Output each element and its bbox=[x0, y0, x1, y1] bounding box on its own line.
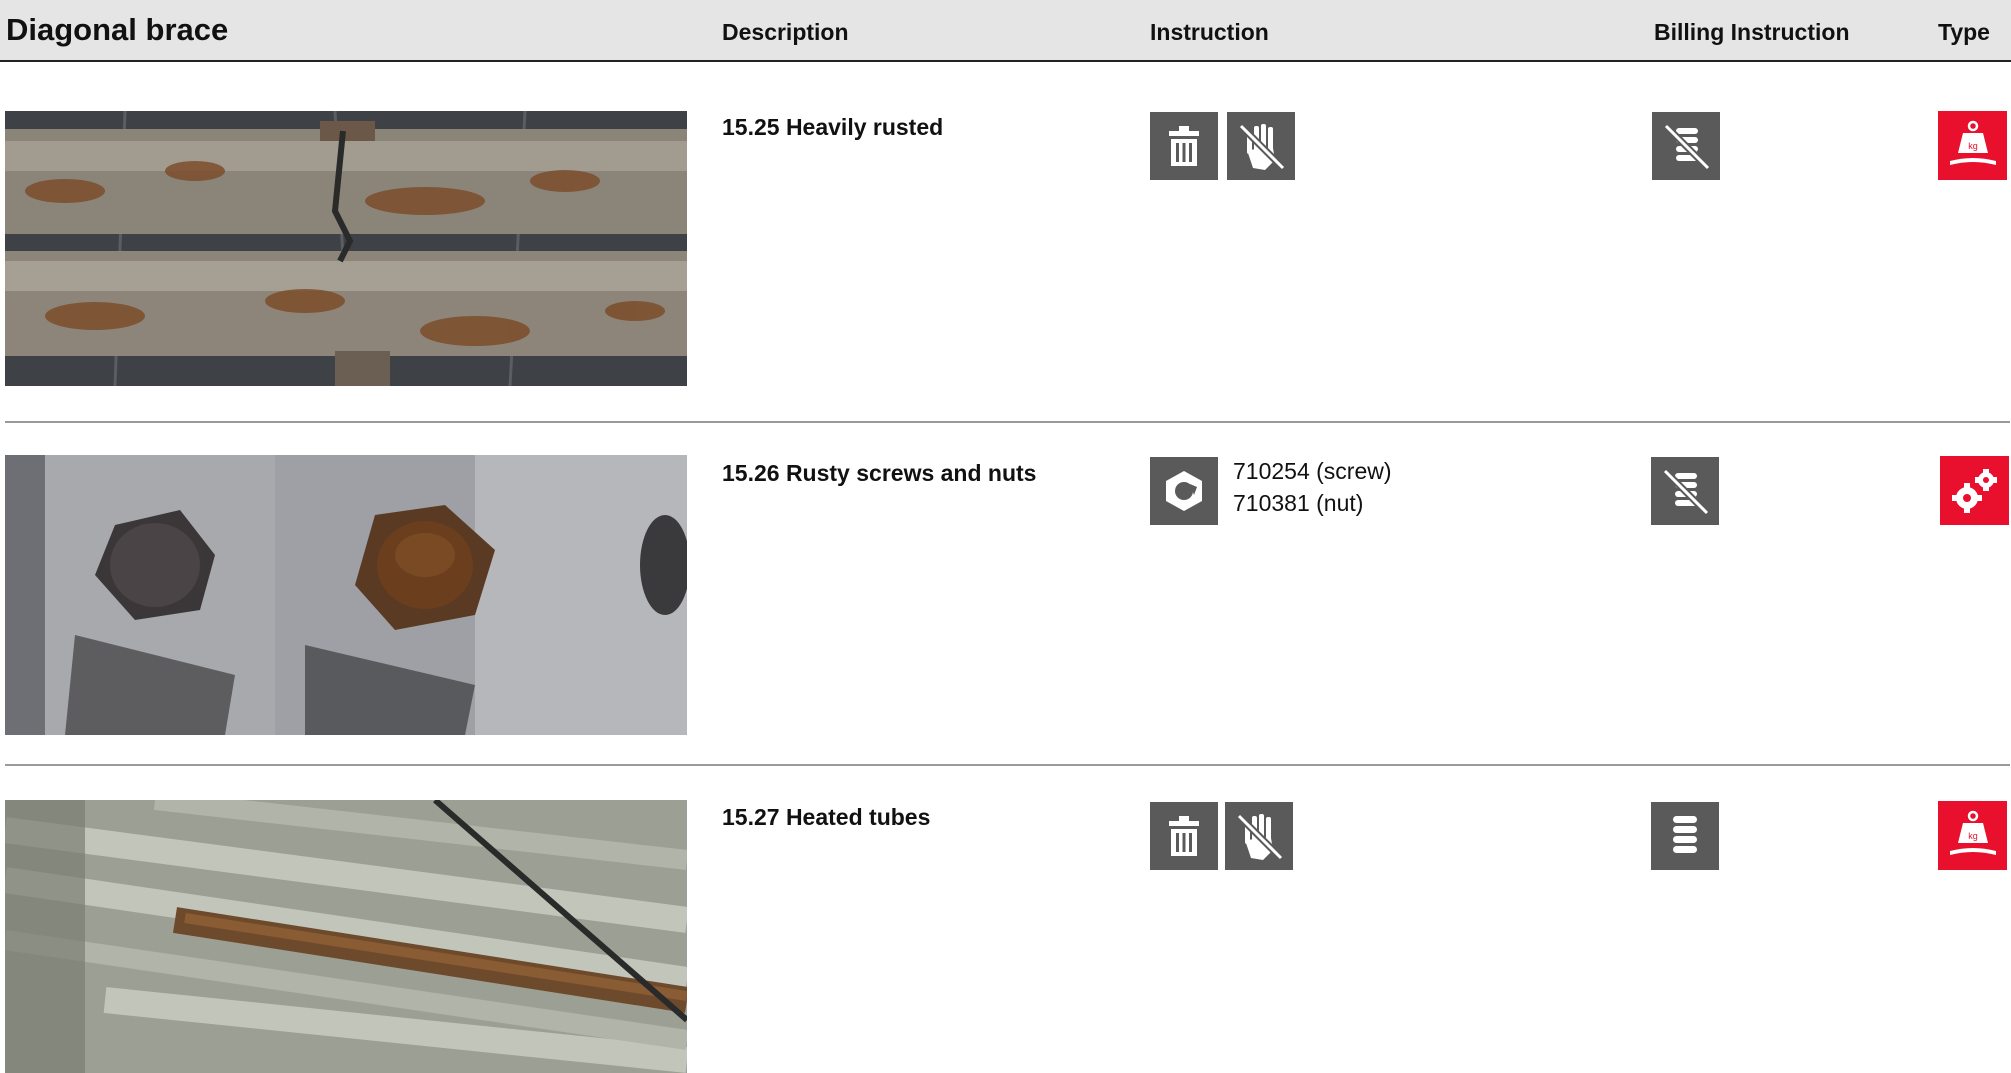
hex-nut-icon bbox=[1150, 457, 1218, 525]
no-manual-handling-icon bbox=[1227, 112, 1295, 180]
column-header-billing: Billing Instruction bbox=[1654, 19, 1850, 45]
part-numbers: 710254 (screw) 710381 (nut) bbox=[1233, 455, 1392, 519]
row-description: 15.26 Rusty screws and nuts bbox=[722, 460, 1037, 486]
no-billing-coins-icon bbox=[1651, 457, 1719, 525]
row-divider bbox=[5, 764, 2010, 766]
page-title: Diagonal brace bbox=[6, 12, 229, 47]
heated-tubes-photo bbox=[5, 800, 687, 1073]
rusty-bolts-photo bbox=[5, 455, 687, 735]
billing-coins-icon bbox=[1651, 802, 1719, 870]
column-header-instruction: Instruction bbox=[1150, 19, 1269, 45]
svg-text:kg: kg bbox=[1968, 141, 1978, 151]
row-description: 15.27 Heated tubes bbox=[722, 804, 931, 830]
no-billing-coins-icon bbox=[1652, 112, 1720, 180]
gears-icon bbox=[1940, 456, 2009, 525]
column-header-type: Type bbox=[1938, 19, 1990, 45]
row-description: 15.25 Heavily rusted bbox=[722, 114, 944, 140]
rusted-tubes-photo bbox=[5, 111, 687, 386]
part-number-screw: 710254 (screw) bbox=[1233, 458, 1392, 484]
trash-icon bbox=[1150, 112, 1218, 180]
column-header-description: Description bbox=[722, 19, 849, 45]
no-manual-handling-icon bbox=[1225, 802, 1293, 870]
weight-kg-icon: kg bbox=[1938, 111, 2007, 180]
row-divider bbox=[5, 421, 2010, 423]
svg-text:kg: kg bbox=[1968, 831, 1978, 841]
trash-icon bbox=[1150, 802, 1218, 870]
weight-kg-icon: kg bbox=[1938, 801, 2007, 870]
table-header: Diagonal brace Description Instruction B… bbox=[0, 0, 2011, 62]
part-number-nut: 710381 (nut) bbox=[1233, 490, 1364, 516]
